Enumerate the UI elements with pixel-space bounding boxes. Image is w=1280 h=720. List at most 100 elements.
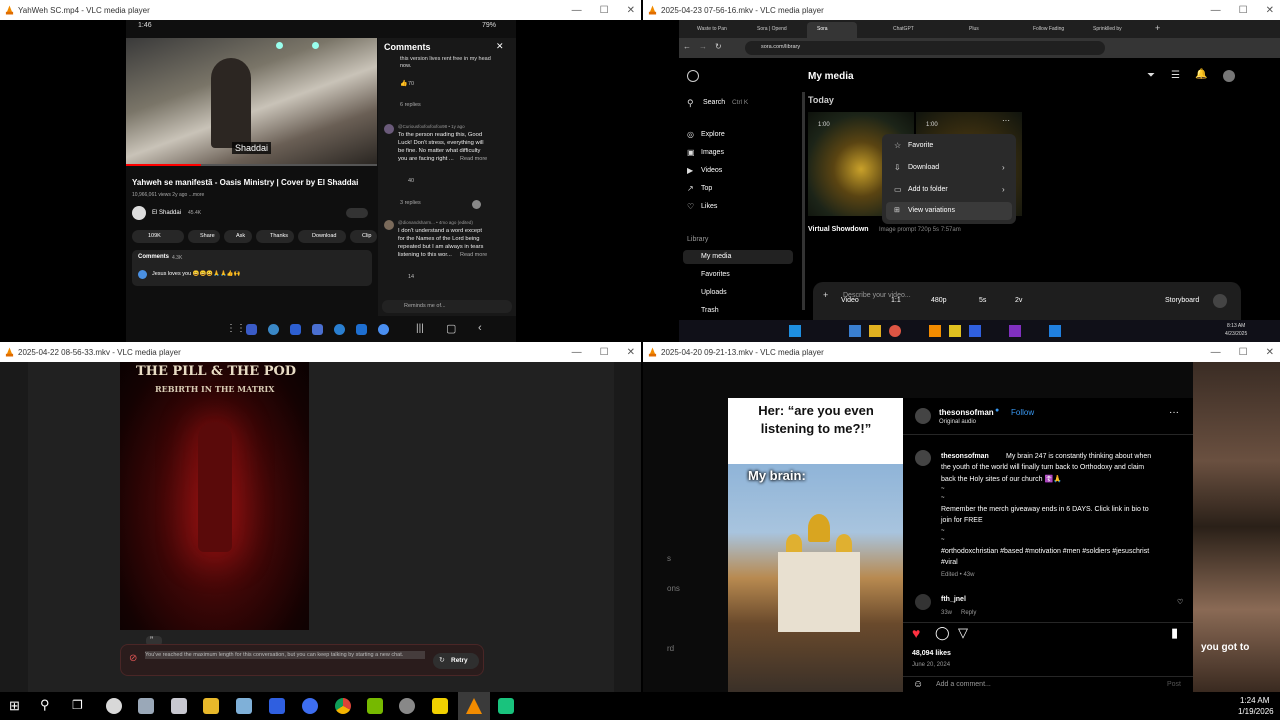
- filter-icon[interactable]: ⏷: [1147, 70, 1155, 81]
- scrollbar[interactable]: [802, 92, 805, 310]
- comment-2-user[interactable]: @dionandsharm... • 4mo ago (edited): [398, 220, 473, 225]
- grid-icon[interactable]: ☰: [1171, 70, 1180, 81]
- close-button[interactable]: ✕: [1266, 5, 1274, 16]
- title-bar[interactable]: 2025-04-22 08-56-33.mkv - VLC media play…: [0, 342, 641, 362]
- original-audio[interactable]: Original audio: [939, 419, 976, 425]
- start-icon[interactable]: ⊞: [9, 698, 20, 714]
- comments-preview[interactable]: Comments 4.3K Jesus loves you 😀😀😀🙏🙏👍🙌: [132, 250, 372, 286]
- add-comment-input[interactable]: Add a comment...: [936, 681, 991, 688]
- vlc-window-youtube[interactable]: YahWeh SC.mp4 - VLC media player — ☐ ✕ 1:4…: [0, 0, 641, 342]
- taskbar-app-icon[interactable]: [269, 698, 285, 714]
- action-chip-download[interactable]: Download: [298, 230, 346, 243]
- sidebar-item-my-media[interactable]: My media: [683, 250, 793, 264]
- openai-logo-icon[interactable]: [687, 70, 699, 82]
- file-explorer-icon[interactable]: [203, 698, 219, 714]
- reload-icon[interactable]: ↻: [715, 42, 722, 51]
- more-options-icon[interactable]: ···: [1169, 407, 1179, 418]
- sidebar-item-explore[interactable]: Explore: [701, 131, 725, 138]
- app-icon[interactable]: [246, 324, 257, 335]
- apps-icon[interactable]: ⋮⋮: [226, 323, 246, 334]
- bell-icon[interactable]: 🔔: [1195, 69, 1207, 80]
- option-variations[interactable]: 2v: [1015, 297, 1022, 304]
- maximize-button[interactable]: ☐: [1239, 5, 1248, 16]
- minimize-button[interactable]: —: [572, 347, 582, 358]
- taskbar-app-icon[interactable]: [969, 325, 981, 337]
- comment-reply[interactable]: Reply: [961, 610, 976, 616]
- back-icon[interactable]: ←: [683, 42, 691, 51]
- poster-image[interactable]: THE PILL & THE POD REBIRTH IN THE MATRIX: [120, 362, 309, 630]
- task-view-icon[interactable]: ❐: [72, 698, 83, 712]
- comment-1-user[interactable]: @Curiousfoxfoxfoxfox98 • 1y ago: [398, 124, 465, 129]
- close-button[interactable]: ✕: [627, 5, 635, 16]
- channel-name[interactable]: El Shaddai: [152, 210, 181, 216]
- app-icon[interactable]: [312, 324, 323, 335]
- recents-icon[interactable]: |||: [416, 323, 424, 334]
- maximize-button[interactable]: ☐: [600, 347, 609, 358]
- chrome-icon[interactable]: [335, 698, 351, 714]
- taskbar-app-icon[interactable]: [236, 698, 252, 714]
- search-icon[interactable]: ⚲: [687, 98, 694, 109]
- comment-like-icon[interactable]: ♡: [1177, 598, 1183, 606]
- taskbar-app-icon[interactable]: [1009, 325, 1021, 337]
- close-icon[interactable]: ✕: [496, 41, 504, 52]
- comment-icon[interactable]: ◯: [935, 625, 950, 641]
- taskbar-app-icon[interactable]: [106, 698, 122, 714]
- reply-input[interactable]: Reminds me of...: [382, 300, 512, 313]
- sidebar-item-images[interactable]: Images: [701, 149, 724, 156]
- account-name[interactable]: thesonsofman: [939, 408, 994, 417]
- option-aspect[interactable]: 1:1: [891, 297, 901, 304]
- search-icon[interactable]: ⚲: [40, 697, 50, 713]
- app-icon[interactable]: [268, 324, 279, 335]
- vlc-window-pill-pod[interactable]: 2025-04-22 08-56-33.mkv - VLC media play…: [0, 342, 641, 692]
- browser-tab[interactable]: Plus: [969, 26, 979, 32]
- option-video[interactable]: Video: [841, 297, 859, 304]
- meme-panel[interactable]: Her: “are you even listening to me?!” My…: [728, 398, 903, 692]
- menu-item-download[interactable]: Download: [908, 164, 939, 171]
- taskbar-app-icon[interactable]: [849, 325, 861, 337]
- vlc-window-instagram[interactable]: 2025-04-20 09-21-13.mkv - VLC media play…: [643, 342, 1280, 692]
- new-tab-icon[interactable]: +: [1155, 23, 1160, 33]
- app-icon[interactable]: [290, 324, 301, 335]
- retry-button[interactable]: ↻ Retry: [433, 653, 479, 669]
- emoji-icon[interactable]: ☺: [913, 679, 923, 690]
- app-icon[interactable]: [356, 324, 367, 335]
- close-button[interactable]: ✕: [1266, 347, 1274, 358]
- back-icon[interactable]: ‹: [478, 322, 482, 334]
- post-button[interactable]: Post: [1167, 681, 1181, 688]
- address-bar[interactable]: sora.com/library: [745, 41, 1105, 55]
- title-bar[interactable]: YahWeh SC.mp4 - VLC media player — ☐ ✕: [0, 0, 641, 20]
- share-icon[interactable]: ▽: [958, 625, 968, 641]
- likes-count[interactable]: 48,094 likes: [912, 650, 951, 657]
- browser-tab-active[interactable]: Sora: [807, 22, 857, 38]
- taskbar-date[interactable]: 1/19/2026: [1238, 707, 1274, 716]
- forward-icon[interactable]: →: [699, 42, 707, 51]
- account-avatar[interactable]: [915, 408, 931, 424]
- browser-tab[interactable]: ChatGPT: [893, 26, 914, 32]
- sidebar-item-favorites[interactable]: Favorites: [701, 271, 730, 278]
- app-icon[interactable]: [378, 324, 389, 335]
- taskbar-active-app[interactable]: [458, 692, 490, 720]
- sidebar-item-likes[interactable]: Likes: [701, 203, 717, 210]
- browser-tab[interactable]: Sprinklled by: [1093, 26, 1122, 32]
- follow-button[interactable]: Follow: [1011, 408, 1034, 417]
- action-chip-ask[interactable]: Ask: [224, 230, 252, 243]
- menu-item-favorite[interactable]: Favorite: [908, 142, 933, 149]
- avatar[interactable]: [1223, 70, 1235, 82]
- notification-bell-button[interactable]: [346, 208, 368, 218]
- action-chip-clip[interactable]: Clip: [350, 230, 377, 243]
- video-frame[interactable]: Shaddai: [126, 38, 377, 164]
- comment-user[interactable]: fth_jnel: [941, 596, 966, 603]
- like-icon[interactable]: 👍: [400, 80, 407, 87]
- search-label[interactable]: Search: [703, 99, 725, 106]
- heart-filled-icon[interactable]: ♥: [912, 625, 920, 641]
- browser-tab[interactable]: Waste to Pan: [697, 26, 727, 32]
- sidebar-item-top[interactable]: Top: [701, 185, 712, 192]
- comment-1-read-more[interactable]: Read more: [460, 156, 487, 162]
- browser-tab[interactable]: Sora | Opend: [757, 26, 787, 32]
- taskbar-app-icon[interactable]: [367, 698, 383, 714]
- taskbar-app-icon[interactable]: [138, 698, 154, 714]
- storyboard-button[interactable]: Storyboard: [1165, 297, 1199, 304]
- taskbar-app-icon[interactable]: [1049, 325, 1061, 337]
- menu-item-view-variations[interactable]: ⊞ View variations: [886, 202, 1012, 220]
- sidebar-item-uploads[interactable]: Uploads: [701, 289, 727, 296]
